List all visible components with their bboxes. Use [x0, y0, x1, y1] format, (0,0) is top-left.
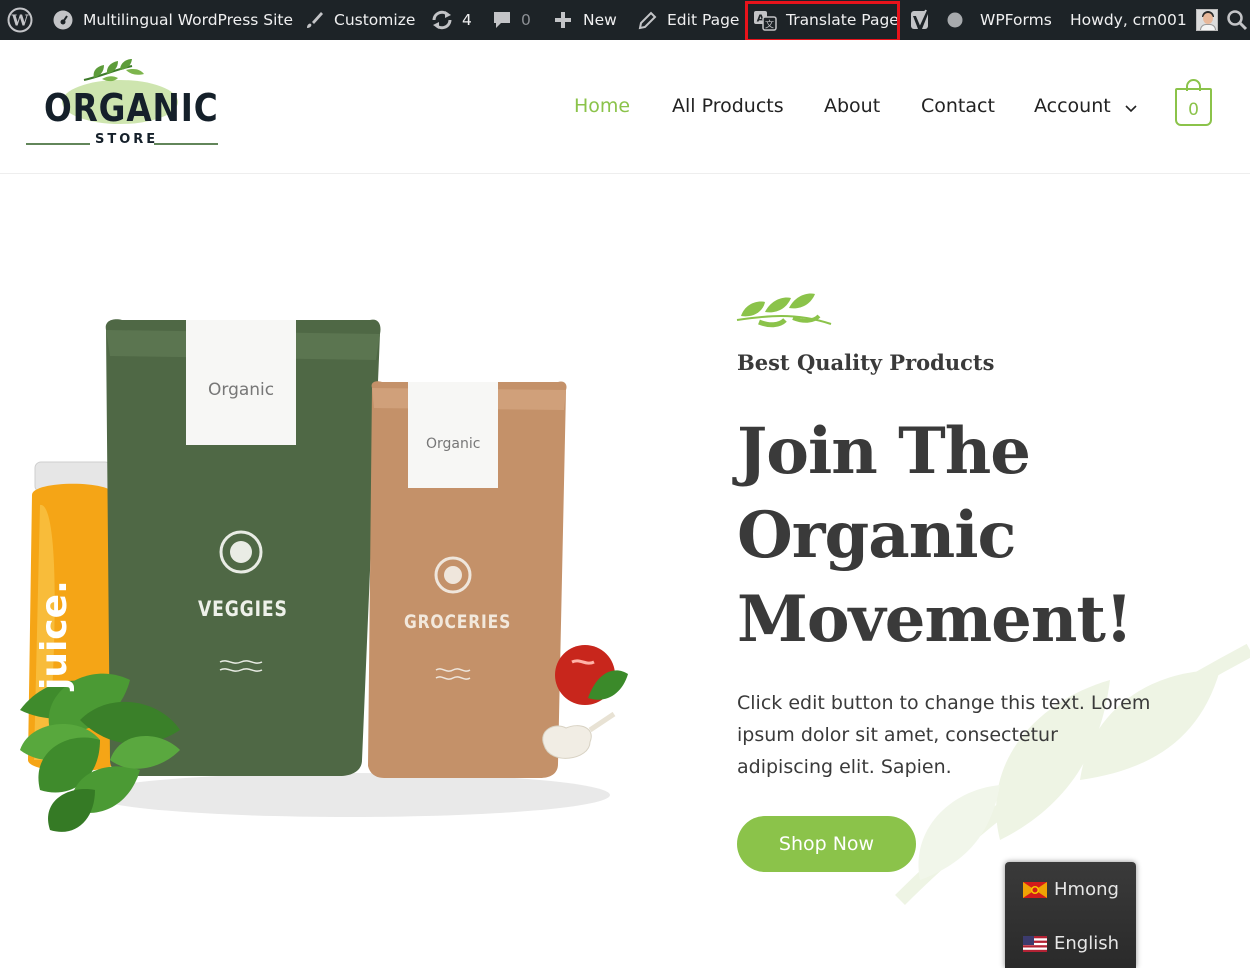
- account-menu[interactable]: Howdy, crn001: [1070, 0, 1218, 40]
- updates-refresh-icon: [430, 9, 454, 31]
- language-switcher: Hmong English: [1005, 862, 1136, 968]
- cart-count: 0: [1188, 100, 1199, 120]
- new-label: New: [583, 11, 617, 29]
- shop-now-button[interactable]: Shop Now: [737, 816, 916, 872]
- nav-home[interactable]: Home: [574, 95, 630, 117]
- bag-brand-label: Organic: [208, 380, 275, 400]
- language-label-english: English: [1054, 933, 1119, 954]
- howdy-label: Howdy, crn001: [1070, 11, 1187, 29]
- plus-icon: [553, 10, 573, 30]
- site-header: ORGANIC STORE Home All Products About Co…: [0, 40, 1250, 174]
- chevron-down-icon: [1125, 96, 1137, 118]
- new-content-menu[interactable]: New: [553, 0, 617, 40]
- hero-title-line-1: Join The: [737, 414, 1031, 489]
- hero-title-line-2: Organic: [737, 498, 1017, 573]
- svg-text:W: W: [11, 12, 30, 30]
- edit-page-label: Edit Page: [667, 11, 740, 29]
- hero-description: Click edit button to change this text. L…: [737, 692, 1151, 778]
- shopping-bag-icon: [1186, 79, 1201, 91]
- updates-link[interactable]: 4: [430, 0, 472, 40]
- site-name-label: Multilingual WordPress Site: [83, 11, 294, 29]
- language-option-hmong[interactable]: Hmong: [1023, 879, 1119, 900]
- user-avatar: [1195, 9, 1218, 31]
- seo-status-dot-icon[interactable]: [946, 0, 964, 40]
- comments-count: 0: [521, 11, 531, 29]
- bag-brand-label-2: Organic: [426, 436, 481, 452]
- comment-bubble-icon: [492, 9, 512, 31]
- pencil-icon: [637, 10, 658, 31]
- yoast-seo-menu[interactable]: [910, 0, 934, 40]
- admin-bar: W Multilingual WordPress Site Customize …: [0, 0, 1250, 40]
- logo-wordmark: ORGANIC: [44, 86, 219, 130]
- cart-button[interactable]: 0: [1175, 79, 1212, 126]
- hero-title: Join The Organic Movement!: [737, 410, 1237, 662]
- hero-title-line-3: Movement!: [737, 582, 1133, 657]
- wpforms-label: WPForms: [980, 11, 1052, 29]
- bottle-juice-label: juice.: [34, 580, 75, 690]
- paintbrush-icon: [303, 9, 325, 31]
- hero-product-image: [20, 319, 628, 832]
- search-icon[interactable]: [1226, 0, 1248, 40]
- wordpress-logo-icon[interactable]: W: [7, 0, 33, 40]
- hero-eyebrow: Best Quality Products: [737, 350, 995, 375]
- logo-subtitle: STORE: [95, 132, 159, 147]
- sprig-icon: [736, 293, 832, 328]
- dashboard-gauge-icon: [52, 9, 74, 31]
- site-logo[interactable]: ORGANIC STORE: [22, 58, 222, 158]
- customize-label: Customize: [334, 11, 416, 29]
- updates-count: 4: [462, 11, 472, 29]
- nav-contact[interactable]: Contact: [921, 95, 995, 117]
- comments-link[interactable]: 0: [492, 0, 531, 40]
- language-label-hmong: Hmong: [1054, 879, 1119, 900]
- nav-about[interactable]: About: [824, 95, 880, 117]
- edit-page-link[interactable]: Edit Page: [637, 0, 739, 40]
- wpforms-menu[interactable]: WPForms: [980, 0, 1052, 40]
- language-option-english[interactable]: English: [1023, 933, 1119, 954]
- translate-page-highlight: [745, 1, 900, 42]
- us-flag-icon: [1023, 935, 1047, 952]
- hmong-flag-icon: [1023, 881, 1047, 898]
- site-name-menu[interactable]: Multilingual WordPress Site: [52, 0, 293, 40]
- nav-account-label: Account: [1034, 95, 1111, 117]
- customize-link[interactable]: Customize: [303, 0, 415, 40]
- bag-veggies-label: VEGGIES: [198, 597, 288, 621]
- nav-account[interactable]: Account: [1034, 95, 1137, 118]
- yoast-icon: [910, 8, 934, 32]
- bag-groceries-label: GROCERIES: [404, 611, 512, 633]
- nav-all-products[interactable]: All Products: [672, 95, 784, 117]
